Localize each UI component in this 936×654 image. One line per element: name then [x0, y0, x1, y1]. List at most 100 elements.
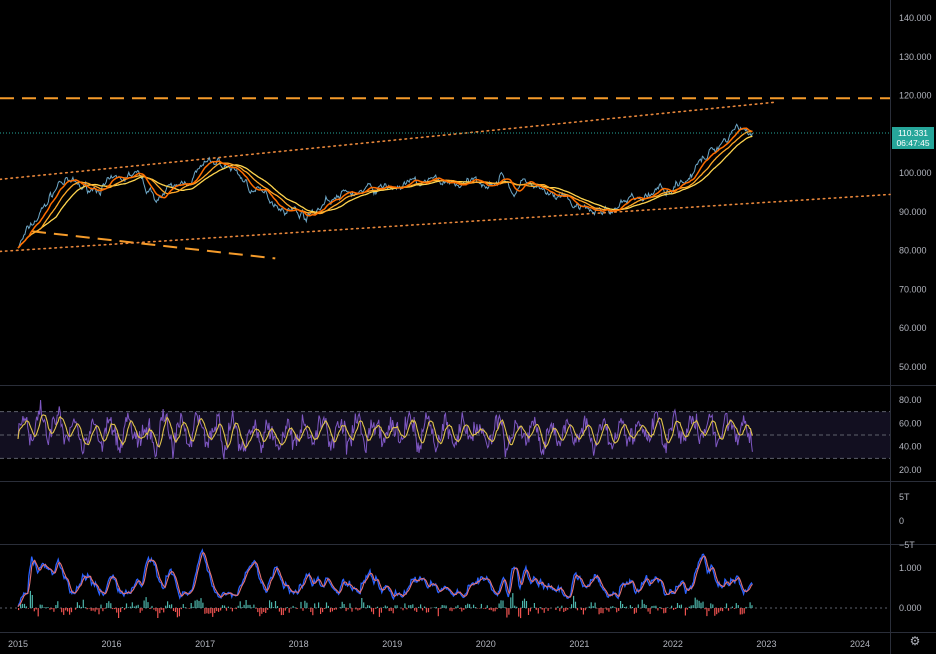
hist-bar — [96, 608, 98, 610]
hist-bar — [657, 608, 659, 611]
hist-bar — [702, 601, 704, 608]
hist-bar — [425, 608, 428, 613]
hist-bar — [151, 605, 153, 608]
hist-bar — [482, 608, 484, 609]
hist-bar — [357, 608, 359, 611]
hist-bar — [610, 606, 612, 608]
hist-line-b — [17, 551, 753, 608]
hist-tick-1.000: 1.000 — [899, 563, 922, 573]
price-axis[interactable]: 140.000130.000120.000110.000100.00090.00… — [899, 13, 932, 372]
hist-bar — [247, 604, 249, 608]
hist-bar — [674, 608, 677, 609]
hist-bar — [200, 598, 202, 608]
hist-bar — [416, 608, 418, 612]
hist-bar — [441, 605, 443, 608]
hist-bar — [249, 604, 251, 608]
time-tick-2022: 2022 — [663, 639, 683, 649]
histogram-axis[interactable]: 1.000 0.000 — [899, 563, 922, 613]
hist-bar — [216, 608, 218, 612]
hist-bar — [512, 593, 514, 608]
hist-bar — [563, 608, 565, 612]
hist-bar — [457, 605, 459, 608]
hist-bar — [112, 608, 114, 610]
time-tick-2016: 2016 — [102, 639, 122, 649]
hist-bar — [506, 608, 508, 618]
hist-bar — [255, 608, 257, 609]
hist-bar — [374, 608, 377, 609]
hist-bar — [625, 606, 628, 608]
hist-bar — [402, 608, 404, 611]
hist-bar — [372, 608, 375, 615]
time-axis[interactable]: 2015 2016 2017 2018 2019 2020 2021 2022 2023 2024 — [8, 639, 870, 649]
hist-bar — [463, 608, 465, 610]
hist-bar — [618, 608, 620, 611]
hist-bar — [459, 608, 461, 609]
hist-bar — [480, 603, 482, 608]
empty-panel-axis[interactable]: 5T 0 −5T — [899, 492, 915, 550]
hist-bar — [714, 608, 716, 616]
hist-bar — [565, 608, 567, 611]
hist-bar — [239, 601, 241, 608]
hist-bar — [190, 603, 192, 608]
chart-canvas[interactable]: 140.000130.000120.000110.000100.00090.00… — [0, 0, 936, 654]
hist-bar — [471, 607, 473, 608]
hist-bar — [304, 600, 306, 608]
hist-bar — [231, 608, 233, 612]
hist-bar — [443, 605, 445, 608]
hist-bar — [284, 608, 286, 611]
hist-bar — [588, 606, 590, 608]
hist-bar — [296, 608, 298, 609]
hist-bar — [343, 604, 345, 608]
hist-bar — [214, 608, 216, 613]
hist-bar — [502, 600, 504, 608]
hist-bar — [194, 600, 196, 608]
hist-bar — [141, 608, 143, 611]
hist-bar — [110, 603, 112, 608]
hist-bar — [710, 603, 712, 608]
hist-bar — [123, 608, 126, 610]
hist-bar — [49, 608, 51, 610]
hist-bar — [645, 605, 647, 608]
hist-bar — [323, 608, 326, 609]
hist-bar — [80, 606, 82, 608]
hist-bar — [473, 604, 475, 608]
empty-tick-1: 0 — [899, 516, 904, 526]
hist-bar — [53, 608, 55, 612]
hist-bar — [143, 600, 145, 608]
hist-bar — [667, 607, 669, 608]
hist-bar — [423, 606, 426, 608]
hist-bar — [196, 599, 198, 608]
price-series — [0, 123, 890, 249]
hist-bar — [735, 603, 737, 608]
hist-bar — [108, 601, 110, 608]
rsi-tick-20.00: 20.00 — [899, 465, 922, 475]
drawing-tools[interactable] — [0, 97, 891, 260]
chart-settings-gear-icon[interactable]: ⚙ — [908, 634, 922, 648]
rsi-axis[interactable]: 80.00 60.00 40.00 20.00 — [899, 395, 922, 475]
hist-bar — [567, 608, 569, 610]
hist-bar — [369, 605, 371, 608]
hist-bar — [202, 602, 204, 608]
hist-bar — [433, 607, 435, 608]
hist-bar — [694, 597, 696, 608]
price-tick-90.000: 90.000 — [899, 207, 927, 217]
hist-bar — [380, 608, 382, 613]
hist-bar — [229, 608, 231, 609]
hist-bar — [582, 608, 584, 615]
hist-bar — [690, 605, 692, 608]
hist-bar — [165, 605, 167, 608]
price-tick-50.000: 50.000 — [899, 362, 927, 372]
hist-bar — [204, 608, 206, 614]
hist-bar — [606, 608, 608, 611]
price-tick-140.000: 140.000 — [899, 13, 932, 23]
hist-bar — [420, 604, 422, 608]
hist-bar — [394, 605, 396, 608]
hist-bar — [555, 608, 557, 610]
hist-bar — [331, 608, 333, 612]
hist-bar — [467, 603, 469, 608]
hist-bar — [176, 608, 178, 618]
hist-bar — [516, 606, 518, 608]
hist-bar — [43, 607, 45, 608]
hist-bar — [325, 602, 328, 608]
hist-bar — [437, 608, 439, 617]
